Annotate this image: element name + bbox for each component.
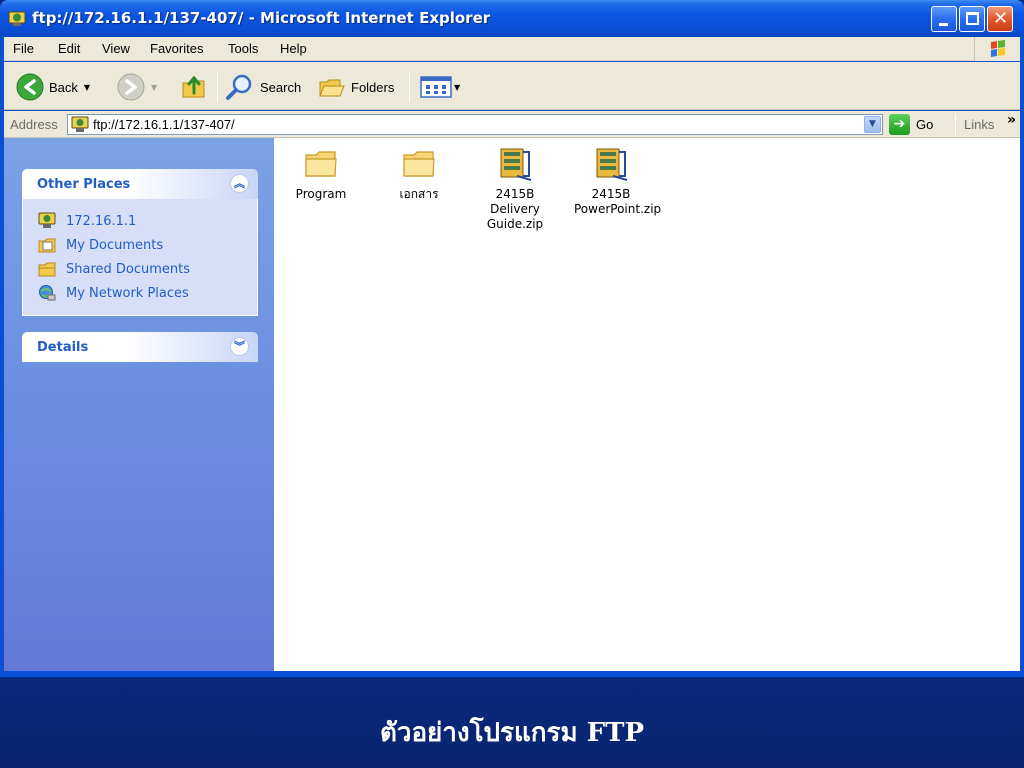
menu-view[interactable]: View — [102, 41, 130, 56]
place-label: My Network Places — [66, 285, 189, 301]
details-title: Details — [37, 340, 89, 355]
close-button[interactable]: ✕ — [987, 6, 1013, 32]
menu-tools[interactable]: Tools — [228, 41, 258, 56]
links-separator — [955, 114, 956, 135]
minimize-icon — [939, 23, 948, 26]
forward-dropdown-icon[interactable]: ▼ — [151, 83, 157, 92]
up-folder-icon — [182, 75, 205, 98]
back-label: Back — [49, 79, 78, 95]
windows-flag-icon — [991, 40, 1005, 57]
menu-edit[interactable]: Edit — [58, 41, 80, 56]
ftp-server-icon — [38, 212, 56, 228]
address-value: ftp://172.16.1.1/137-407/ — [93, 117, 235, 132]
shared-folder-icon — [38, 262, 56, 277]
maximize-button[interactable] — [959, 6, 985, 32]
folder-icon — [403, 151, 435, 177]
folders-button[interactable]: Folders — [318, 74, 394, 100]
folders-label: Folders — [351, 79, 395, 95]
details-panel: Details ︾ — [22, 332, 258, 362]
other-places-title: Other Places — [37, 177, 131, 192]
standard-toolbar: Back ▼ ▼ Search Folders ▼ — [4, 62, 1020, 110]
other-places-list: 172.16.1.1 My Documents Shared Documents — [22, 199, 258, 316]
details-header[interactable]: Details ︾ — [22, 332, 258, 362]
menu-file[interactable]: File — [13, 41, 34, 56]
menu-bar: File Edit View Favorites Tools Help — [4, 37, 1020, 61]
other-places-panel: Other Places ︽ 172.16.1.1 My Documents S… — [22, 169, 258, 316]
file-item-zip[interactable]: 2415B PowerPoint.zip — [561, 146, 661, 217]
file-list-view: Program เอกสาร 2415B Delivery Guide.zip … — [274, 138, 1020, 671]
expand-chevron-icon[interactable]: ︾ — [230, 337, 249, 356]
links-chevron-icon[interactable]: » — [1007, 112, 1016, 128]
windows-logo — [974, 37, 1020, 61]
place-item-my-documents[interactable]: My Documents — [37, 233, 257, 257]
collapse-chevron-icon[interactable]: ︽ — [230, 174, 249, 193]
file-item-folder[interactable]: Program — [271, 146, 371, 202]
address-bar: Address ftp://172.16.1.1/137-407/ ▼ ➔ Go… — [4, 111, 1020, 138]
file-name: 2415B Delivery Guide.zip — [486, 187, 544, 231]
menu-favorites[interactable]: Favorites — [150, 41, 203, 56]
task-pane: Other Places ︽ 172.16.1.1 My Documents S… — [4, 138, 274, 671]
up-folder-button[interactable] — [180, 74, 208, 100]
folders-icon — [319, 79, 345, 97]
go-button[interactable]: ➔ Go — [889, 114, 933, 135]
my-documents-icon — [38, 238, 56, 253]
back-arrow-icon — [16, 73, 44, 101]
place-item-ftp-server[interactable]: 172.16.1.1 — [37, 209, 257, 233]
zip-archive-icon — [596, 148, 628, 181]
links-label[interactable]: Links — [964, 117, 994, 132]
views-dropdown-icon[interactable]: ▼ — [454, 83, 460, 92]
menu-help[interactable]: Help — [280, 41, 307, 56]
file-name: Program — [295, 187, 347, 201]
search-label: Search — [260, 79, 302, 95]
go-label: Go — [916, 117, 934, 132]
network-places-icon — [39, 285, 56, 301]
address-input[interactable]: ftp://172.16.1.1/137-407/ ▼ — [67, 114, 883, 135]
file-item-folder[interactable]: เอกสาร — [369, 146, 469, 202]
views-button[interactable]: ▼ — [420, 74, 460, 100]
views-icon — [420, 76, 452, 98]
file-name: 2415B PowerPoint.zip — [574, 187, 662, 216]
title-bar[interactable]: ftp://172.16.1.1/137-407/ - Microsoft In… — [0, 0, 1024, 37]
place-label: Shared Documents — [66, 261, 191, 277]
search-icon — [226, 74, 252, 100]
place-label: 172.16.1.1 — [66, 213, 137, 229]
back-dropdown-icon[interactable]: ▼ — [84, 83, 90, 92]
folder-icon — [305, 151, 337, 177]
other-places-header[interactable]: Other Places ︽ — [22, 169, 258, 199]
address-label: Address — [10, 117, 58, 132]
back-button[interactable]: Back ▼ — [16, 73, 90, 101]
minimize-button[interactable] — [931, 6, 957, 32]
toolbar-separator — [409, 72, 410, 102]
ftp-globe-icon — [8, 11, 26, 26]
place-item-shared-documents[interactable]: Shared Documents — [37, 257, 257, 281]
zip-archive-icon — [500, 148, 532, 181]
toolbar-separator — [217, 72, 218, 102]
forward-arrow-icon — [117, 73, 145, 101]
ftp-location-icon — [71, 116, 89, 132]
close-icon: ✕ — [993, 8, 1009, 29]
file-item-zip[interactable]: 2415B Delivery Guide.zip — [465, 146, 565, 232]
forward-button[interactable]: ▼ — [117, 73, 157, 101]
window-title: ftp://172.16.1.1/137-407/ - Microsoft In… — [32, 9, 491, 27]
search-button[interactable]: Search — [225, 74, 301, 100]
maximize-icon — [966, 12, 979, 25]
address-dropdown-icon[interactable]: ▼ — [864, 116, 881, 133]
place-label: My Documents — [66, 237, 164, 253]
go-arrow-icon: ➔ — [889, 114, 910, 135]
slide-caption: ตัวอย่างโปรแกรม FTP — [379, 718, 645, 748]
place-item-network-places[interactable]: My Network Places — [37, 281, 257, 305]
file-name: เอกสาร — [399, 187, 439, 201]
